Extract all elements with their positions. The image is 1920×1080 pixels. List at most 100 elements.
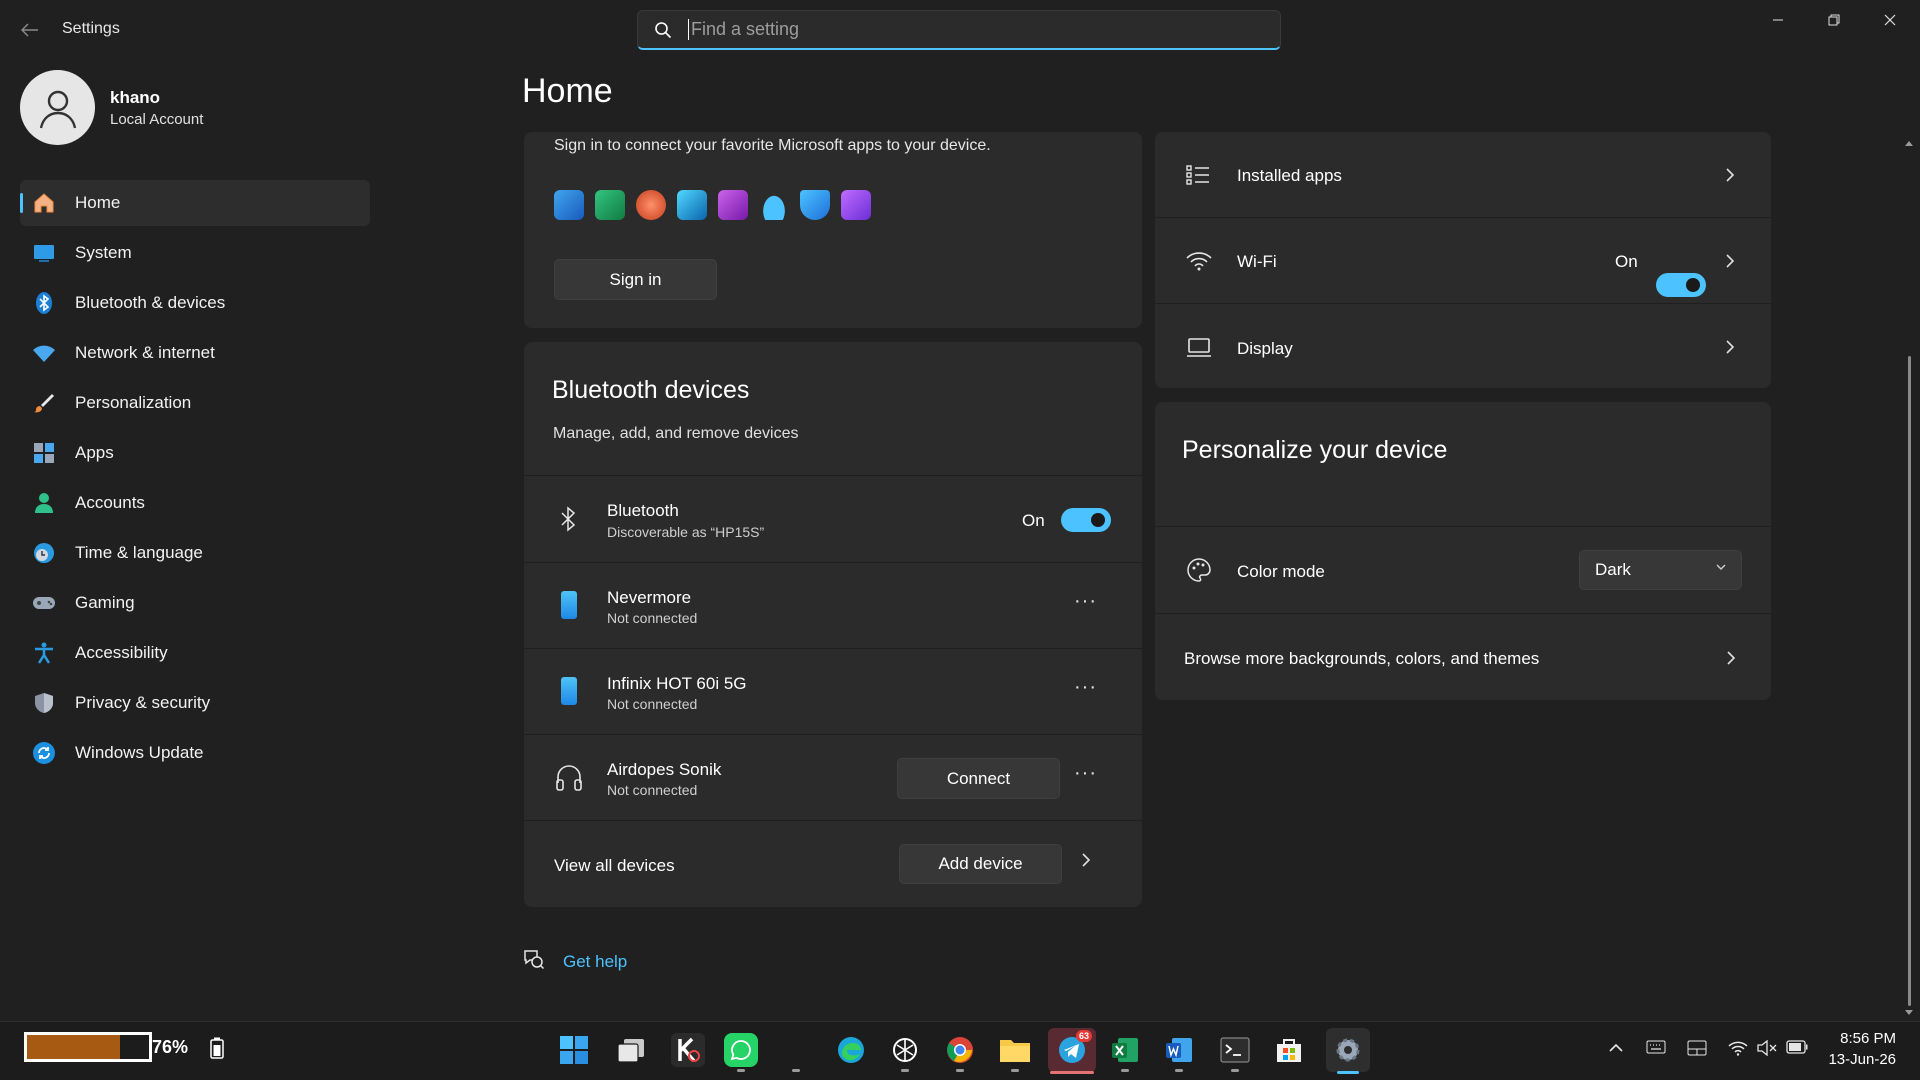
phone-icon — [561, 591, 577, 619]
sidebar-item-system[interactable]: System — [20, 230, 370, 276]
sidebar-item-time-language[interactable]: Time & language — [20, 530, 370, 576]
active-indicator — [1050, 1071, 1094, 1074]
divider — [524, 562, 1142, 563]
scroll-down-icon[interactable] — [1904, 1004, 1914, 1022]
whatsapp-icon[interactable] — [724, 1033, 758, 1067]
wifi-state-text: On — [1615, 252, 1638, 271]
clock-time[interactable]: 8:56 PM — [1820, 1030, 1896, 1047]
restore-button[interactable] — [1806, 0, 1862, 40]
chatgpt-icon[interactable] — [888, 1033, 922, 1067]
scroll-up-icon[interactable] — [1904, 134, 1914, 152]
show-hidden-icons-icon[interactable] — [1608, 1040, 1624, 1058]
clock-icon — [32, 541, 56, 565]
app-k-icon[interactable] — [671, 1033, 705, 1067]
divider — [524, 820, 1142, 821]
running-indicator — [1231, 1069, 1239, 1072]
profile-account-type: Local Account — [110, 111, 204, 128]
close-button[interactable] — [1862, 0, 1918, 40]
edge-icon[interactable] — [834, 1033, 868, 1067]
more-options-icon[interactable]: ··· — [1074, 762, 1097, 785]
add-device-button[interactable]: Add device — [899, 844, 1062, 884]
bluetooth-symbol-icon — [561, 506, 576, 532]
color-mode-dropdown[interactable]: Dark — [1579, 550, 1742, 590]
running-indicator — [1175, 1069, 1183, 1072]
minimize-button[interactable] — [1750, 0, 1806, 40]
update-icon — [32, 741, 56, 765]
active-indicator — [1337, 1071, 1359, 1074]
device-name: Airdopes Sonik — [607, 760, 722, 779]
phone-icon — [561, 677, 577, 705]
scrollbar-thumb[interactable] — [1908, 356, 1911, 1006]
wifi-toggle[interactable] — [1656, 273, 1706, 297]
running-indicator — [792, 1069, 800, 1072]
sidebar-item-accessibility[interactable]: Accessibility — [20, 630, 370, 676]
home-icon — [32, 191, 56, 215]
sidebar-item-bluetooth[interactable]: Bluetooth & devices — [20, 280, 370, 326]
divider — [1155, 526, 1771, 527]
view-all-devices-link[interactable]: View all devices — [554, 856, 675, 876]
battery-tray-icon[interactable] — [1786, 1040, 1808, 1059]
wifi-tray-icon[interactable] — [1728, 1040, 1748, 1061]
get-help-link[interactable]: Get help — [563, 952, 627, 972]
tablet-icon[interactable] — [1687, 1040, 1707, 1061]
sidebar-item-label: Home — [75, 193, 121, 212]
divider — [524, 648, 1142, 649]
powerpoint-icon — [636, 190, 666, 220]
file-explorer-icon[interactable] — [998, 1033, 1032, 1067]
bluetooth-toggle[interactable] — [1061, 508, 1111, 532]
microsoft-store-icon[interactable] — [1272, 1033, 1306, 1067]
brush-icon — [32, 391, 56, 415]
excel-icon[interactable] — [1108, 1033, 1142, 1067]
color-mode-label: Color mode — [1237, 562, 1325, 581]
sidebar-item-privacy[interactable]: Privacy & security — [20, 680, 370, 726]
bluetooth-row-icon — [556, 505, 580, 538]
browse-themes-label: Browse more backgrounds, colors, and the… — [1184, 649, 1540, 668]
wifi-icon — [32, 341, 56, 365]
accounts-icon — [32, 491, 56, 515]
sidebar-item-label: Network & internet — [75, 343, 215, 362]
search-box[interactable] — [637, 10, 1281, 50]
start-icon[interactable] — [557, 1033, 591, 1067]
word-icon[interactable] — [1162, 1033, 1196, 1067]
palette-icon — [1186, 557, 1212, 588]
sidebar-item-label: Privacy & security — [75, 693, 211, 712]
sidebar-item-windows-update[interactable]: Windows Update — [20, 730, 370, 776]
wifi-label: Wi-Fi — [1237, 252, 1277, 271]
sidebar-item-personalization[interactable]: Personalization — [20, 380, 370, 426]
task-view-icon[interactable] — [614, 1033, 648, 1067]
sign-in-button[interactable]: Sign in — [554, 259, 717, 300]
divider — [524, 475, 1142, 476]
sidebar-item-label: Personalization — [75, 393, 192, 412]
sidebar-item-network[interactable]: Network & internet — [20, 330, 370, 376]
bluetooth-card-subtitle: Manage, add, and remove devices — [553, 425, 799, 442]
sidebar-item-home[interactable]: Home — [20, 180, 370, 226]
telegram-icon[interactable]: 63 — [1048, 1028, 1096, 1072]
chevron-right-icon[interactable] — [1081, 852, 1091, 873]
sidebar-item-gaming[interactable]: Gaming — [20, 580, 370, 626]
connect-button[interactable]: Connect — [897, 758, 1060, 799]
shield-icon — [32, 691, 56, 715]
chevron-right-icon[interactable] — [1725, 253, 1735, 274]
sidebar-item-apps[interactable]: Apps — [20, 430, 370, 476]
chrome-icon[interactable] — [943, 1033, 977, 1067]
back-button[interactable] — [14, 14, 46, 46]
wifi-icon — [1186, 250, 1212, 277]
minimize-icon — [1773, 19, 1783, 21]
notification-badge: 63 — [1075, 1030, 1092, 1042]
sidebar-item-label: Accessibility — [75, 643, 168, 662]
keyboard-icon[interactable] — [1646, 1040, 1666, 1059]
volume-muted-icon[interactable] — [1757, 1039, 1777, 1061]
bluetooth-state-text: On — [1022, 511, 1045, 530]
terminal-icon[interactable] — [1218, 1033, 1252, 1067]
close-icon — [1884, 14, 1896, 26]
color-mode-value: Dark — [1595, 560, 1631, 579]
sidebar-item-accounts[interactable]: Accounts — [20, 480, 370, 526]
search-input[interactable] — [688, 19, 1248, 40]
avatar[interactable] — [20, 70, 95, 145]
installed-apps-label: Installed apps — [1237, 166, 1342, 185]
settings-taskbar-icon[interactable] — [1326, 1028, 1370, 1072]
more-options-icon[interactable]: ··· — [1074, 590, 1097, 613]
sidebar-item-label: System — [75, 243, 132, 262]
clock-date[interactable]: 13-Jun-26 — [1820, 1051, 1896, 1068]
more-options-icon[interactable]: ··· — [1074, 676, 1097, 699]
